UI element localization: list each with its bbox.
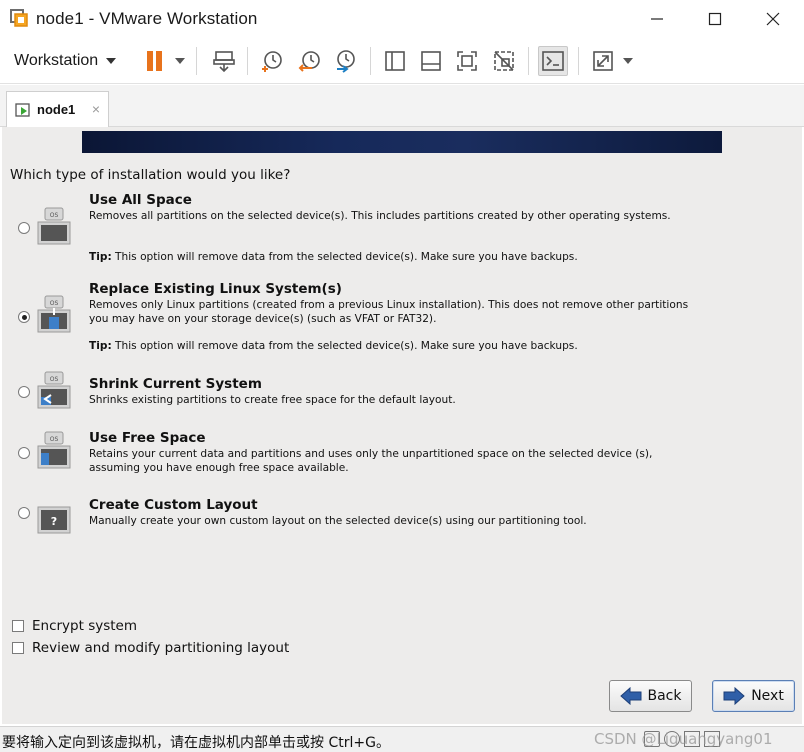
next-button[interactable]: Next — [712, 680, 795, 712]
option-title: Use Free Space — [89, 430, 206, 446]
vmware-app-icon — [10, 9, 28, 27]
tab-close-icon[interactable]: × — [92, 101, 100, 117]
unity-button[interactable] — [489, 46, 519, 76]
svg-text:OS: OS — [50, 376, 59, 383]
os-shrink-icon: OS — [37, 371, 71, 409]
console-view-icon — [542, 51, 564, 71]
show-library-button[interactable] — [380, 46, 410, 76]
minimize-icon — [651, 18, 663, 20]
option-title: Create Custom Layout — [89, 497, 258, 513]
unity-icon — [494, 51, 514, 71]
revert-snapshot-icon — [298, 51, 320, 72]
send-ctrl-alt-del-button[interactable] — [209, 46, 239, 76]
os-free-space-icon: OS — [37, 431, 71, 469]
arrow-left-icon — [619, 687, 641, 705]
custom-layout-radio[interactable] — [18, 507, 30, 519]
tip-label: Tip: — [89, 340, 112, 352]
show-library-icon — [385, 51, 405, 71]
back-label: Back — [647, 688, 682, 704]
installation-question: Which type of installation would you lik… — [10, 167, 291, 183]
pause-button[interactable] — [140, 46, 170, 76]
use-all-space-radio[interactable] — [18, 222, 30, 234]
toolbar-separator — [578, 47, 579, 75]
tip-text: This option will remove data from the se… — [111, 340, 578, 352]
vm-power-icon — [15, 102, 30, 117]
chevron-down-icon — [106, 58, 117, 64]
snapshot-icon — [262, 51, 282, 72]
encrypt-system-checkbox[interactable] — [12, 620, 24, 632]
review-layout-label: Review and modify partitioning layout — [32, 640, 290, 656]
review-layout-checkbox[interactable] — [12, 642, 24, 654]
stretch-dropdown-icon[interactable] — [623, 58, 633, 64]
pause-icon — [147, 51, 162, 71]
svg-text:OS: OS — [50, 436, 59, 443]
snapshot-manager-icon — [337, 50, 355, 73]
option-title: Shrink Current System — [89, 376, 262, 392]
close-icon — [766, 12, 780, 26]
option-tip: Tip: This option will remove data from t… — [89, 251, 578, 263]
shrink-system-radio[interactable] — [18, 386, 30, 398]
os-replace-icon: OS — [37, 295, 71, 333]
tip-text: This option will remove data from the se… — [111, 251, 578, 263]
window-title: node1 - VMware Workstation — [36, 9, 258, 28]
option-title: Replace Existing Linux System(s) — [89, 281, 342, 297]
close-button[interactable] — [744, 0, 802, 38]
custom-layout-icon: ? — [37, 506, 71, 534]
minimize-button[interactable] — [628, 0, 686, 38]
option-description: Retains your current data and partitions… — [89, 448, 653, 474]
thumbnail-bar-icon — [421, 51, 441, 71]
stretch-guest-button[interactable] — [588, 46, 618, 76]
console-view-button[interactable] — [538, 46, 568, 76]
workstation-menu[interactable]: Workstation — [8, 46, 122, 76]
svg-text:OS: OS — [50, 300, 59, 307]
tab-label: node1 — [37, 102, 76, 117]
thumbnail-bar-button[interactable] — [416, 46, 446, 76]
option-description: Removes all partitions on the selected d… — [89, 210, 671, 222]
maximize-icon — [708, 12, 722, 26]
option-description: Removes only Linux partitions (created f… — [89, 299, 689, 325]
snapshot-manager-button[interactable] — [330, 46, 360, 76]
svg-text:?: ? — [51, 515, 57, 528]
installer-banner — [82, 131, 722, 153]
next-label: Next — [751, 688, 784, 704]
encrypt-system-label: Encrypt system — [32, 618, 138, 634]
status-message: 要将输入定向到该虚拟机，请在虚拟机内部单击或按 Ctrl+G。 — [2, 735, 390, 751]
option-description: Manually create your own custom layout o… — [89, 515, 587, 527]
fullscreen-icon — [457, 51, 477, 71]
toolbar: Workstation — [0, 38, 804, 84]
workstation-menu-label: Workstation — [14, 52, 99, 69]
send-keys-icon — [213, 51, 235, 73]
toolbar-separator — [247, 47, 248, 75]
guest-screen[interactable]: Which type of installation would you lik… — [2, 127, 802, 724]
review-layout-row[interactable]: Review and modify partitioning layout — [12, 640, 289, 656]
toolbar-separator — [370, 47, 371, 75]
os-disk-icon: OS — [37, 207, 71, 245]
back-button[interactable]: Back — [609, 680, 692, 712]
arrow-right-icon — [723, 687, 745, 705]
option-description: Shrinks existing partitions to create fr… — [89, 394, 456, 406]
title-bar: node1 - VMware Workstation — [0, 0, 804, 38]
option-tip: Tip: This option will remove data from t… — [89, 340, 578, 352]
csdn-watermark: CSDN @Liguangyang01 — [594, 730, 773, 748]
stretch-guest-icon — [593, 51, 613, 71]
tab-node1[interactable]: node1 × — [6, 91, 109, 127]
take-snapshot-button[interactable] — [257, 46, 287, 76]
revert-snapshot-button[interactable] — [295, 46, 325, 76]
replace-linux-radio[interactable] — [18, 311, 30, 323]
toolbar-separator — [528, 47, 529, 75]
fullscreen-button[interactable] — [452, 46, 482, 76]
option-title: Use All Space — [89, 192, 192, 208]
encrypt-system-row[interactable]: Encrypt system — [12, 618, 137, 634]
use-free-space-radio[interactable] — [18, 447, 30, 459]
toolbar-separator — [196, 47, 197, 75]
status-bar: 要将输入定向到该虚拟机，请在虚拟机内部单击或按 Ctrl+G。 CSDN @Li… — [0, 726, 804, 752]
pause-dropdown-icon[interactable] — [175, 58, 185, 64]
maximize-button[interactable] — [686, 0, 744, 38]
tip-label: Tip: — [89, 251, 112, 263]
vm-tab-strip: node1 × — [0, 85, 804, 127]
svg-text:OS: OS — [50, 212, 59, 219]
